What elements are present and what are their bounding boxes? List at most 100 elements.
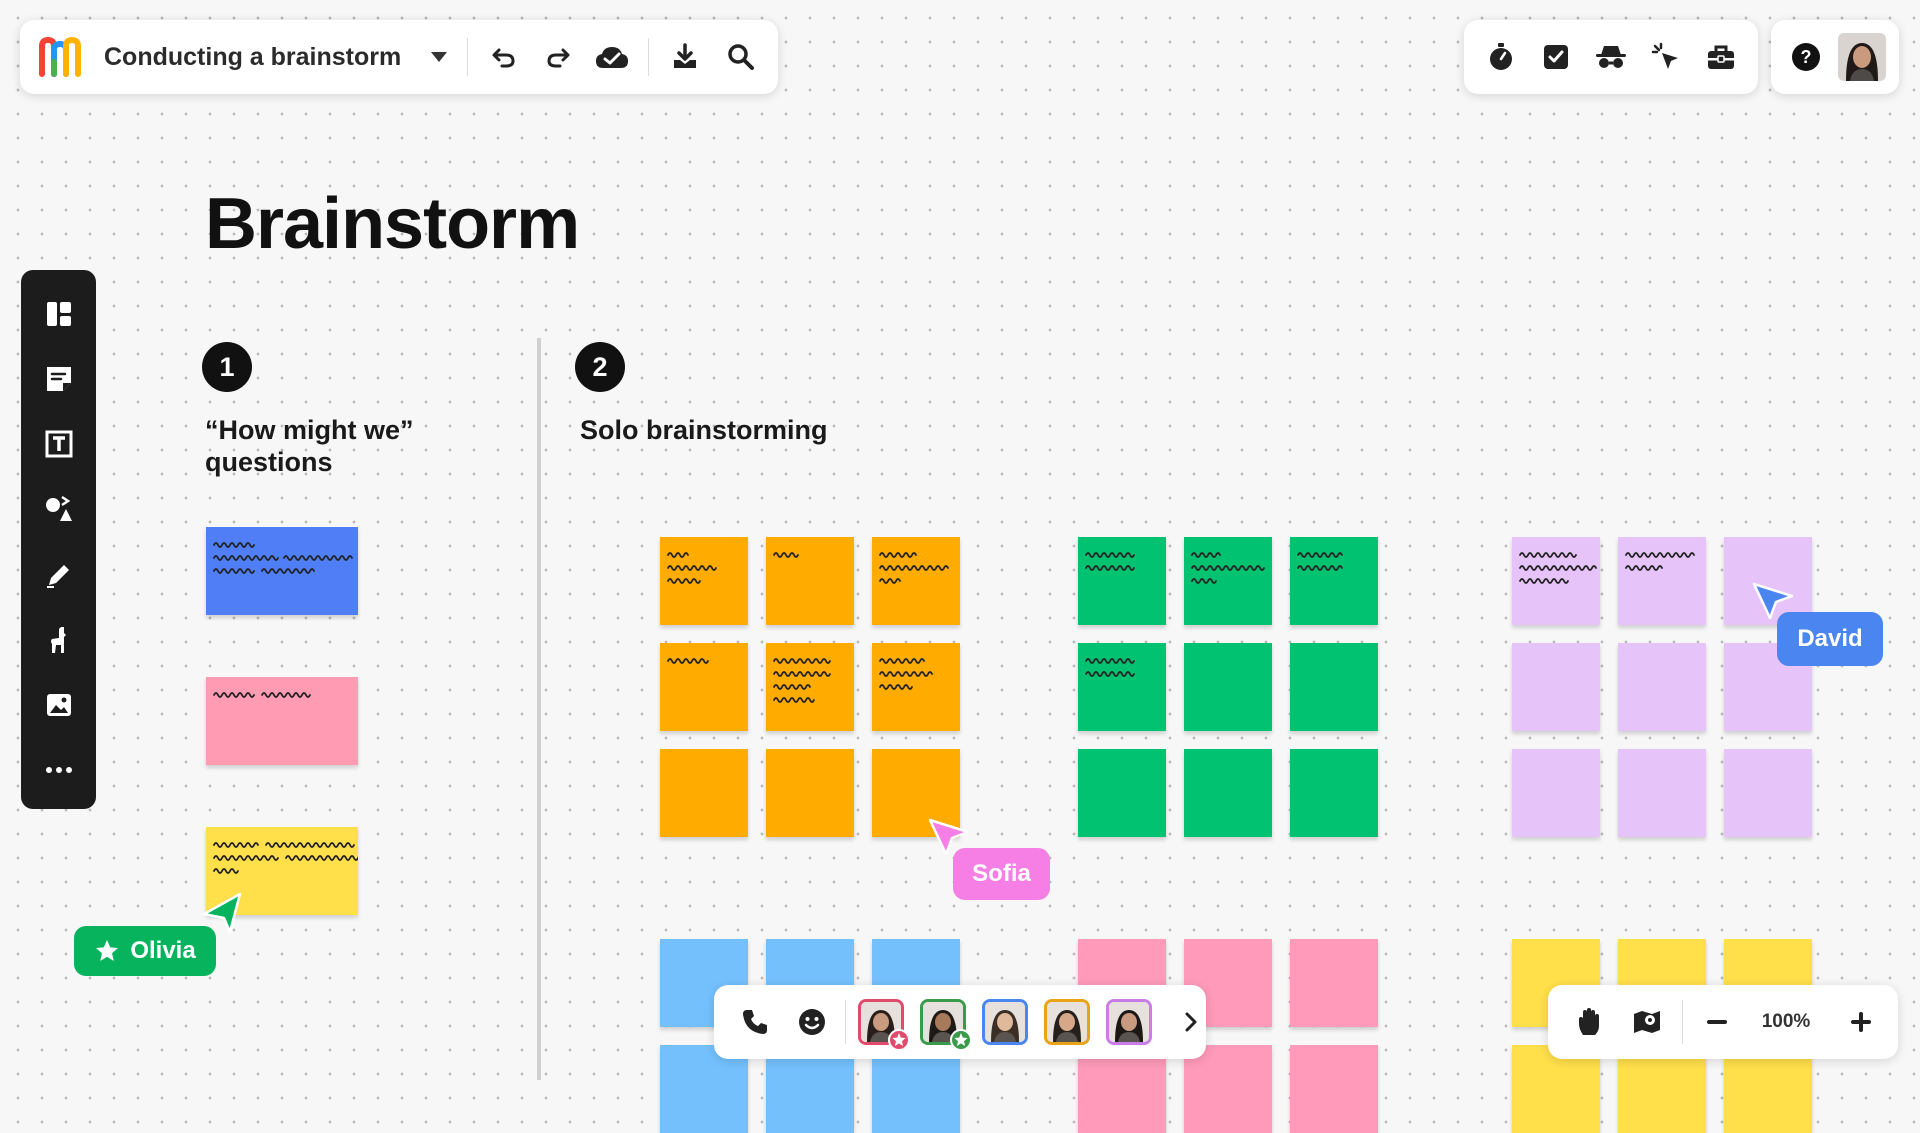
cursor-name: Olivia bbox=[130, 937, 196, 964]
sticky-note-icon[interactable] bbox=[32, 353, 86, 405]
voting-icon[interactable] bbox=[1534, 35, 1578, 79]
phone-icon[interactable] bbox=[732, 999, 778, 1045]
sticky-note[interactable] bbox=[1290, 643, 1378, 731]
sticky-note[interactable] bbox=[1512, 643, 1600, 731]
section-divider bbox=[537, 338, 541, 1080]
bar-divider bbox=[845, 1000, 847, 1044]
collaboration-bar bbox=[714, 985, 1206, 1059]
llama-icon[interactable] bbox=[32, 614, 86, 666]
participant-avatar[interactable] bbox=[1044, 999, 1091, 1045]
sticky-note[interactable] bbox=[660, 749, 748, 837]
sticky-note[interactable] bbox=[766, 643, 854, 731]
participant-avatars bbox=[858, 999, 1168, 1051]
toolkit-icon[interactable] bbox=[1699, 35, 1743, 79]
sticky-note[interactable] bbox=[1290, 939, 1378, 1027]
cursor-name: David bbox=[1797, 625, 1863, 652]
handwriting-scribble bbox=[879, 552, 949, 584]
handwriting-scribble bbox=[1085, 658, 1135, 677]
text-icon[interactable] bbox=[32, 418, 86, 470]
sticky-note[interactable] bbox=[1078, 749, 1166, 837]
zoom-in-icon[interactable] bbox=[1841, 999, 1881, 1045]
participant-avatar[interactable] bbox=[920, 999, 973, 1051]
board-toolbar: Conducting a brainstorm bbox=[20, 20, 778, 94]
map-pin-icon[interactable] bbox=[1624, 999, 1670, 1045]
sticky-note[interactable] bbox=[1724, 749, 1812, 837]
sticky-note[interactable] bbox=[872, 643, 960, 731]
sticky-note[interactable] bbox=[1184, 643, 1272, 731]
bar-divider bbox=[1682, 1000, 1683, 1044]
participant-avatar[interactable] bbox=[1106, 999, 1153, 1045]
participant-avatar[interactable] bbox=[982, 999, 1029, 1045]
hand-tool-icon[interactable] bbox=[1566, 999, 1612, 1045]
cursor-label-sofia: Sofia bbox=[953, 848, 1050, 900]
creation-sidebar bbox=[21, 270, 96, 809]
section-label-solo: Solo brainstorming bbox=[580, 415, 828, 445]
zoom-level[interactable]: 100% bbox=[1759, 1011, 1813, 1033]
sticky-note[interactable] bbox=[660, 537, 748, 625]
handwriting-scribble bbox=[773, 658, 831, 703]
attention-cursor-icon[interactable] bbox=[1644, 35, 1688, 79]
sticky-note[interactable] bbox=[872, 537, 960, 625]
page-title: Brainstorm bbox=[205, 184, 580, 264]
timer-icon[interactable] bbox=[1479, 35, 1523, 79]
sticky-note[interactable] bbox=[1184, 1045, 1272, 1133]
sticky-note[interactable] bbox=[1184, 537, 1272, 625]
step-number-badge: 1 bbox=[202, 342, 252, 392]
cursor-name: Sofia bbox=[972, 860, 1031, 887]
sticky-note[interactable] bbox=[1078, 537, 1166, 625]
chevron-right-icon[interactable] bbox=[1176, 999, 1206, 1045]
sticky-note[interactable] bbox=[1618, 643, 1706, 731]
zoom-out-icon[interactable] bbox=[1697, 999, 1737, 1045]
sticky-note[interactable] bbox=[1618, 749, 1706, 837]
dropdown-caret-icon[interactable] bbox=[427, 45, 451, 69]
sticky-note[interactable] bbox=[1290, 749, 1378, 837]
handwriting-scribble bbox=[773, 552, 799, 558]
image-icon[interactable] bbox=[32, 679, 86, 731]
download-icon[interactable] bbox=[663, 35, 707, 79]
handwriting-scribble bbox=[1085, 552, 1135, 571]
templates-icon[interactable] bbox=[32, 288, 86, 340]
handwriting-scribble bbox=[213, 692, 311, 698]
handwriting-scribble bbox=[1625, 552, 1695, 571]
app-logo[interactable] bbox=[38, 36, 86, 78]
sticky-note[interactable] bbox=[766, 749, 854, 837]
emoji-icon[interactable] bbox=[790, 999, 836, 1045]
handwriting-scribble bbox=[1297, 552, 1343, 571]
toolbar-divider bbox=[467, 38, 469, 76]
sticky-note[interactable] bbox=[1078, 643, 1166, 731]
sticky-note[interactable] bbox=[766, 537, 854, 625]
sticky-note[interactable] bbox=[1512, 749, 1600, 837]
section-label-hmw: “How might we” questions bbox=[205, 415, 414, 477]
user-avatar[interactable] bbox=[1838, 33, 1886, 81]
handwriting-scribble bbox=[667, 658, 709, 664]
sticky-note[interactable] bbox=[1290, 537, 1378, 625]
toolbar-divider bbox=[648, 38, 650, 76]
star-badge-icon bbox=[950, 1029, 973, 1051]
redo-icon[interactable] bbox=[536, 35, 580, 79]
star-badge-icon bbox=[888, 1029, 911, 1051]
cursor-label-david: David bbox=[1777, 612, 1883, 666]
handwriting-scribble bbox=[667, 552, 717, 584]
zoom-bar: 100% bbox=[1548, 985, 1898, 1059]
pen-icon[interactable] bbox=[32, 549, 86, 601]
collaboration-tools bbox=[1464, 20, 1758, 94]
shapes-icon[interactable] bbox=[32, 483, 86, 535]
undo-icon[interactable] bbox=[482, 35, 526, 79]
private-mode-icon[interactable] bbox=[1589, 35, 1633, 79]
help-icon[interactable]: ? bbox=[1784, 35, 1828, 79]
step-number-badge: 2 bbox=[575, 342, 625, 392]
cloud-saved-icon[interactable] bbox=[590, 35, 634, 79]
sticky-note[interactable] bbox=[206, 677, 358, 765]
sticky-note[interactable] bbox=[1512, 537, 1600, 625]
handwriting-scribble bbox=[879, 658, 933, 690]
search-icon[interactable] bbox=[719, 35, 763, 79]
handwriting-scribble bbox=[1191, 552, 1265, 584]
more-icon[interactable] bbox=[32, 744, 86, 796]
sticky-note[interactable] bbox=[206, 527, 358, 615]
sticky-note[interactable] bbox=[1290, 1045, 1378, 1133]
sticky-note[interactable] bbox=[1618, 537, 1706, 625]
board-title[interactable]: Conducting a brainstorm bbox=[104, 43, 401, 72]
participant-avatar[interactable] bbox=[858, 999, 911, 1051]
sticky-note[interactable] bbox=[1184, 749, 1272, 837]
sticky-note[interactable] bbox=[660, 643, 748, 731]
